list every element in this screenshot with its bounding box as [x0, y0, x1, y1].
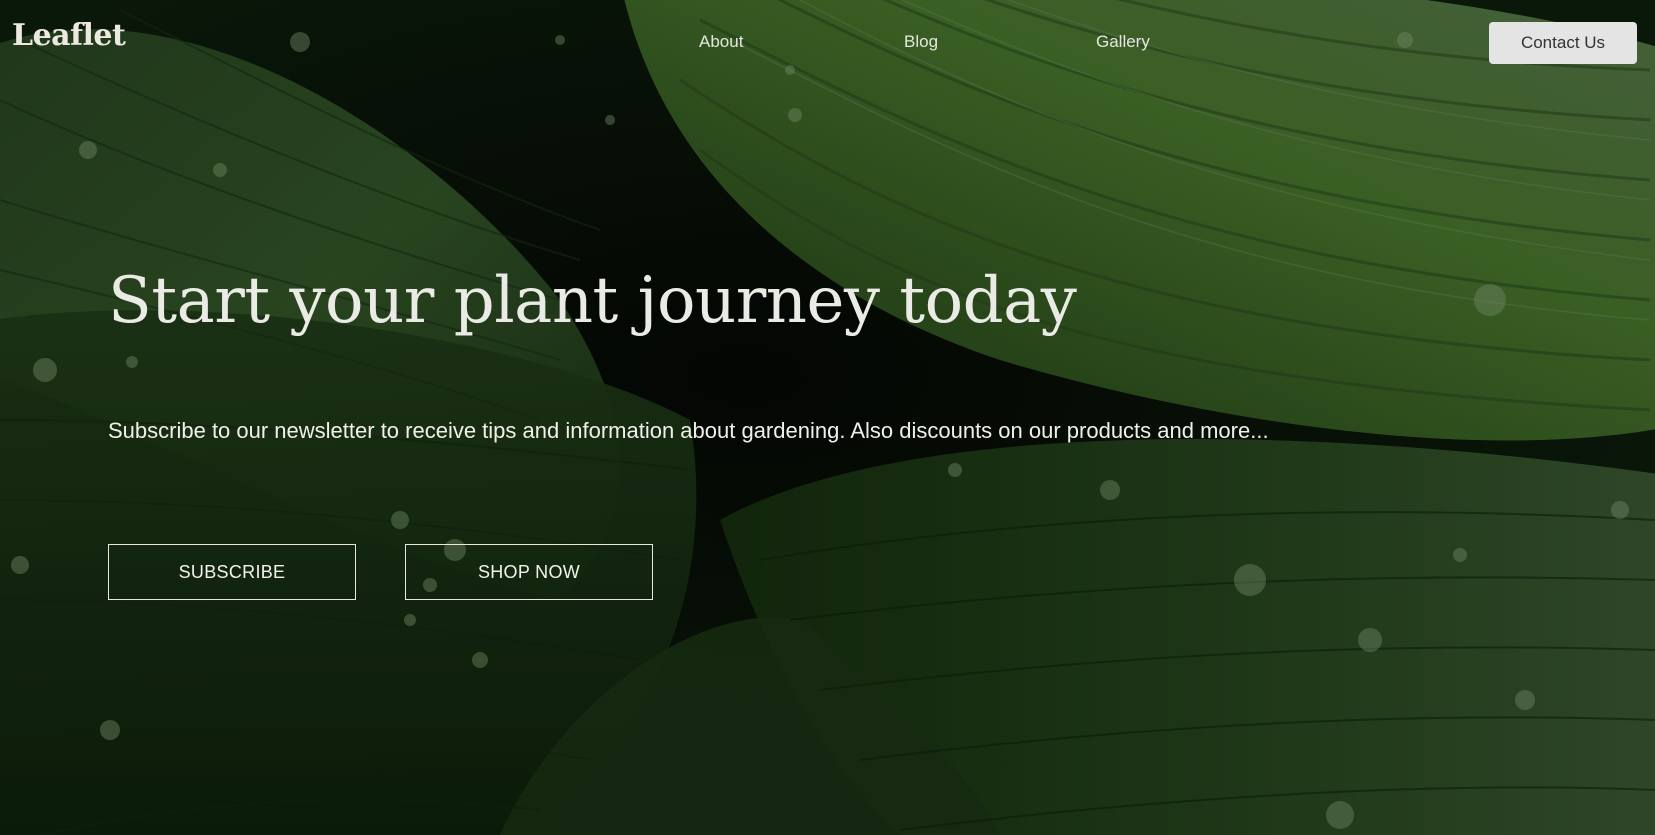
nav-link-blog[interactable]: Blog: [904, 32, 938, 52]
nav-link-gallery[interactable]: Gallery: [1096, 32, 1150, 52]
site-logo[interactable]: Leaflet: [12, 18, 126, 53]
contact-us-button[interactable]: Contact Us: [1489, 22, 1637, 64]
hero-page: Leaflet About Blog Gallery Contact Us St…: [0, 0, 1655, 835]
subscribe-button[interactable]: SUBSCRIBE: [108, 544, 356, 600]
site-header: Leaflet About Blog Gallery Contact Us: [0, 0, 1655, 86]
nav-link-about[interactable]: About: [699, 32, 743, 52]
hero-subtitle: Subscribe to our newsletter to receive t…: [108, 418, 1269, 443]
shop-now-button[interactable]: SHOP NOW: [405, 544, 653, 600]
hero-title: Start your plant journey today: [108, 264, 1077, 338]
